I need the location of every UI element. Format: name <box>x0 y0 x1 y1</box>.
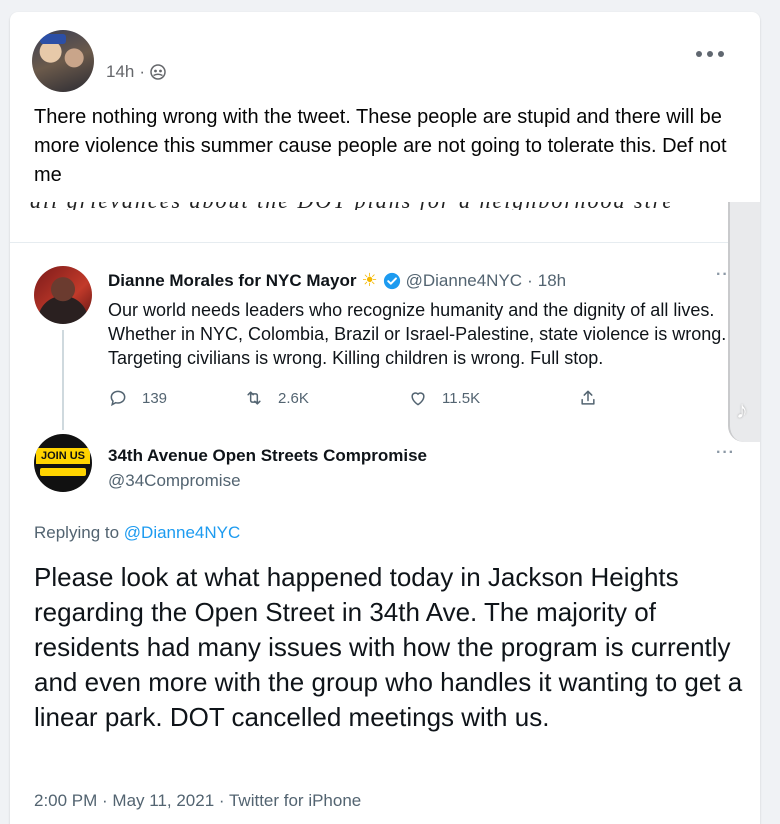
replying-to-link: @Dianne4NYC <box>123 523 241 542</box>
cutoff-text: all grievances about the DOT plans for a… <box>30 202 670 210</box>
verified-badge-icon <box>383 272 400 289</box>
profile-avatar[interactable] <box>32 30 94 92</box>
tweet1-time: 18h <box>537 270 567 290</box>
like-action: 11.5K <box>408 388 578 408</box>
meta-separator: · <box>139 62 146 81</box>
tweet2-timestamp: 2:00 PM · May 11, 2021 · Twitter for iPh… <box>34 791 362 810</box>
tweet1-actions: 139 2.6K 11.5K <box>108 388 668 408</box>
replying-to: Replying to @Dianne4NYC <box>34 523 241 542</box>
share-action <box>578 388 598 408</box>
tweet1-handle: @Dianne4NYC <box>405 270 523 290</box>
share-icon <box>581 390 595 405</box>
friends-icon[interactable] <box>150 64 166 80</box>
sun-emoji: ☀ <box>361 270 378 290</box>
retweet-icon <box>247 391 261 405</box>
tweet1-header: Dianne Morales for NYC Mayor ☀ @Dianne4NY… <box>108 270 566 291</box>
thread-line <box>62 330 64 430</box>
facebook-post-card: 14h · There nothing wrong with the tweet… <box>10 12 760 824</box>
tweet1-name: Dianne Morales for NYC Mayor <box>108 270 357 290</box>
reply-icon <box>110 390 126 407</box>
post-header: 14h · <box>32 30 166 92</box>
post-text: There nothing wrong with the tweet. Thes… <box>34 106 727 186</box>
reply-action: 139 <box>108 388 244 408</box>
music-note-icon: ♪ <box>736 397 748 424</box>
tweet1-body: Our world needs leaders who recognize hu… <box>108 300 727 368</box>
tweet2-body: Please look at what happened today in Ja… <box>34 562 743 732</box>
tweet1-separator: · <box>527 270 533 290</box>
like-count: 11.5K <box>442 389 481 407</box>
tweet1-avatar <box>34 266 92 324</box>
post-meta: 14h · <box>106 62 166 82</box>
tweet2-more-icon: ··· <box>716 444 735 461</box>
retweet-action: 2.6K <box>244 388 408 408</box>
tweet2-avatar: JOIN US <box>34 434 92 492</box>
heart-icon <box>411 392 425 406</box>
post-time[interactable]: 14h <box>106 62 134 82</box>
more-horizontal-icon[interactable] <box>696 46 724 62</box>
tweet1-more-icon: ·· <box>716 266 729 283</box>
retweet-count: 2.6K <box>278 389 309 407</box>
tweet-screenshot-image[interactable]: all grievances about the DOT plans for a… <box>10 202 760 824</box>
tweet2-name: 34th Avenue Open Streets Compromise <box>108 446 427 465</box>
reply-count: 139 <box>142 389 168 407</box>
tweet2-handle: @34Compromise <box>108 471 241 490</box>
